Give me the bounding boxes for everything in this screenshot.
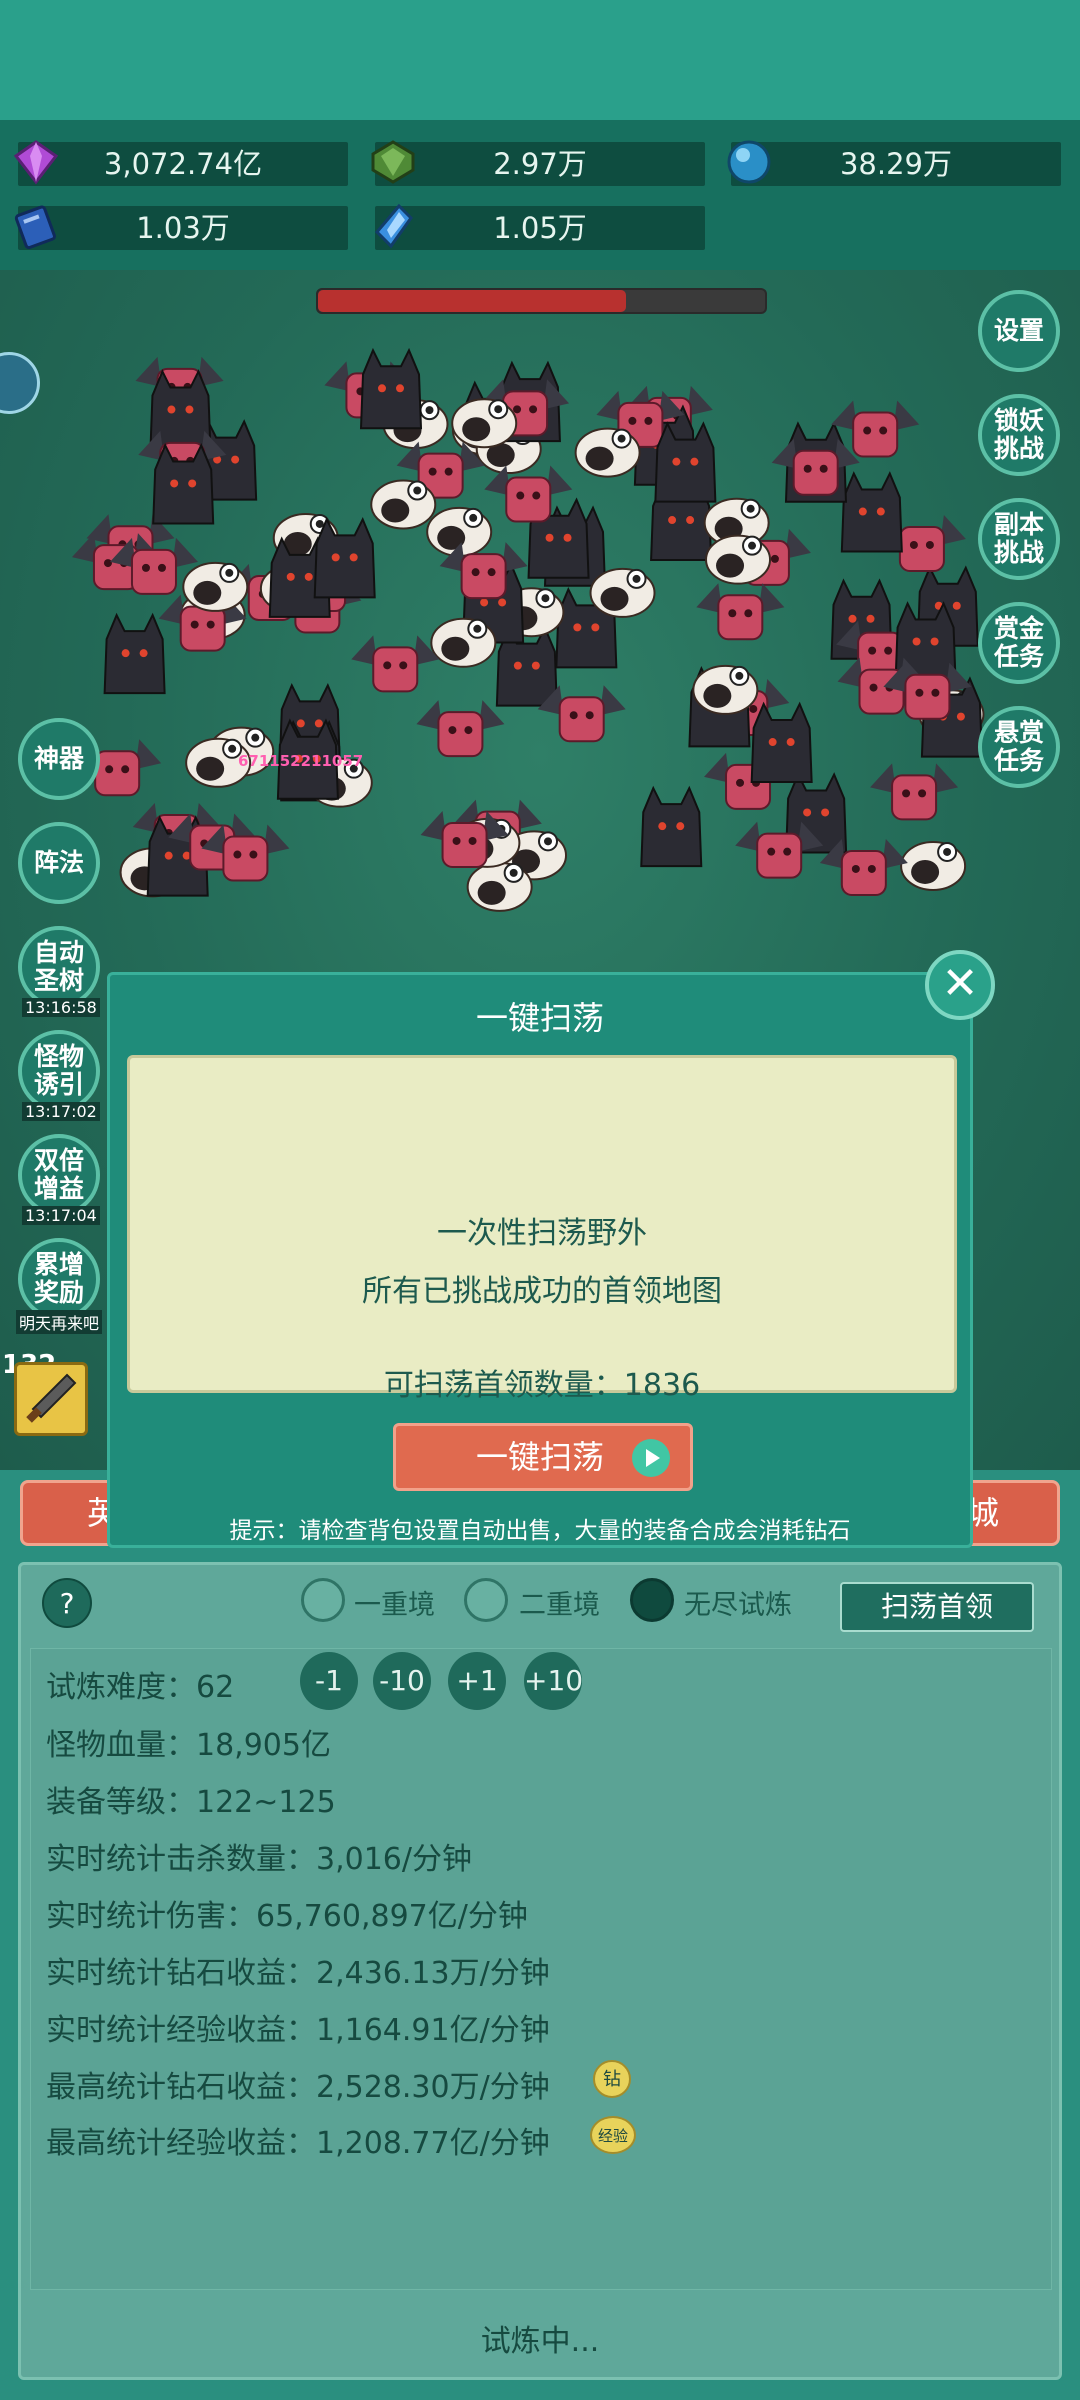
help-button[interactable]: ? [42,1578,92,1628]
boss-hp-bar [316,288,767,314]
cow-monster-icon [430,617,497,668]
mode-label-first: 一重境 [354,1590,435,1621]
monster-hp-stat: 怪物血量：18,905亿 [46,1728,331,1763]
damage-rate-stat: 实时统计伤害：65,760,897亿/分钟 [46,1899,528,1934]
artifact-button[interactable]: 神器 [18,718,100,800]
sword-icon [26,1373,77,1423]
boss-hp-fill [318,290,627,312]
purple-gem-icon [13,140,59,185]
diamond-badge-icon[interactable]: 钻 [593,2060,631,2098]
max-diamond-rate-stat: 最高统计钻石收益：2,528.30万/分钟 [46,2070,550,2105]
cow-monster-icon [692,664,759,715]
resource-value: 1.05万 [493,211,587,245]
status-area [0,0,1080,120]
cow-monster-icon [466,861,533,912]
sweep-button-label: 一键扫荡 [476,1438,605,1476]
diamond-rate-stat: 实时统计钻石收益：2,436.13万/分钟 [46,1956,550,1991]
equipment-level-stat: 装备等级：122~125 [46,1785,336,1820]
sweep-boss-button[interactable]: 扫荡首领 [840,1582,1034,1632]
modal-title: 一键扫荡 [475,999,604,1037]
formation-button[interactable]: 阵法 [18,822,100,904]
equipment-slot[interactable] [14,1362,88,1436]
cumulative-reward-status: 明天再来吧 [16,1310,103,1334]
resource-blue-orb: 38.29万 [727,140,1061,186]
shadow-monster-icon [750,701,813,784]
mode-radio-first[interactable] [301,1578,345,1622]
bat-monster-icon [416,700,505,758]
resource-blue-book: 1.03万 [14,205,348,250]
resource-purple-gem: 3,072.74亿 [13,140,348,186]
monster-lure-timer: 13:17:02 [22,1102,100,1121]
resource-value: 2.97万 [493,147,587,181]
difficulty-plus-10-button[interactable]: +10 [524,1652,583,1710]
trial-status: 试炼中... [480,2324,600,2359]
monster-lure-button[interactable]: 怪物 诱引 [18,1030,100,1112]
exp-badge-icon[interactable]: 经验 [590,2116,636,2154]
bat-monster-icon [870,763,959,821]
demon-lock-challenge-button[interactable]: 锁妖 挑战 [978,394,1060,476]
one-click-sweep-button[interactable]: 一键扫荡 [393,1423,693,1491]
bounty-task-button[interactable]: 赏金 任务 [978,602,1060,684]
difficulty-label: 试炼难度：62 [46,1670,235,1705]
modal-tip: 提示：请检查背包设置自动出售，大量的装备合成会消耗钻石 [229,1518,851,1544]
mode-radio-second[interactable] [464,1578,508,1622]
shadow-monster-icon [313,516,376,599]
kill-rate-stat: 实时统计击杀数量：3,016/分钟 [46,1842,472,1877]
reward-task-button[interactable]: 悬赏 任务 [978,706,1060,788]
resource-value: 3,072.74亿 [103,147,263,181]
cumulative-reward-button[interactable]: 累增 奖励 [18,1238,100,1320]
mode-label-second: 二重境 [519,1590,600,1621]
cow-monster-icon [370,479,437,530]
cow-monster-icon [705,534,772,585]
difficulty-plus-1-button[interactable]: +1 [448,1652,506,1710]
difficulty-minus-10-button[interactable]: -10 [373,1652,431,1710]
cow-monster-icon [451,398,518,449]
difficulty-value: 62 [196,1670,235,1705]
resource-value: 1.03万 [136,211,230,245]
shadow-monster-icon [840,471,903,553]
resource-value: 38.29万 [839,147,953,181]
damage-number: 671152211057 [238,752,364,770]
modal-content: 一次性扫荡野外 所有已挑战成功的首领地图 可扫荡首领数量：1836 [127,1055,957,1403]
cow-monster-icon [589,567,656,618]
resource-bar: 3,072.74亿 2.97万 38.29万 1.03万 1.05万 [0,120,1080,270]
blue-orb-icon [727,140,771,184]
shadow-monster-icon [640,785,703,868]
blue-book-icon [14,205,56,250]
resource-blue-crystal: 1.05万 [374,203,705,250]
cow-monster-icon [182,561,249,612]
difficulty-minus-1-button[interactable]: -1 [300,1652,358,1710]
play-icon [632,1439,670,1477]
modal-line-1: 一次性扫荡野外 [437,1216,647,1251]
shadow-monster-icon [103,612,166,695]
close-icon[interactable]: ✕ [925,950,995,1020]
max-exp-rate-stat: 最高统计经验收益：1,208.77亿/分钟 [46,2126,550,2161]
resource-green-gem: 2.97万 [371,140,705,186]
blue-crystal-icon [374,203,413,249]
cow-monster-icon [900,840,967,891]
mode-radio-endless[interactable] [630,1578,674,1622]
cow-monster-icon [574,427,641,478]
green-gem-icon [371,140,415,184]
sweepable-count: 可扫荡首领数量：1836 [383,1368,701,1403]
auto-holy-tree-timer: 13:16:58 [22,998,100,1017]
dungeon-challenge-button[interactable]: 副本 挑战 [978,498,1060,580]
mode-label-endless: 无尽试炼 [684,1590,792,1621]
exp-rate-stat: 实时统计经验收益：1,164.91亿/分钟 [46,2013,550,2048]
auto-holy-tree-button[interactable]: 自动 圣树 [18,926,100,1008]
sweep-modal: 一键扫荡 一次性扫荡野外 所有已挑战成功的首领地图 可扫荡首领数量：1836 一… [107,972,973,1548]
bat-monster-icon [351,635,440,693]
double-buff-timer: 13:17:04 [22,1206,100,1225]
settings-button[interactable]: 设置 [978,290,1060,372]
modal-line-2: 所有已挑战成功的首领地图 [362,1274,722,1309]
bat-monster-icon [696,583,785,641]
double-buff-button[interactable]: 双倍 增益 [18,1134,100,1216]
